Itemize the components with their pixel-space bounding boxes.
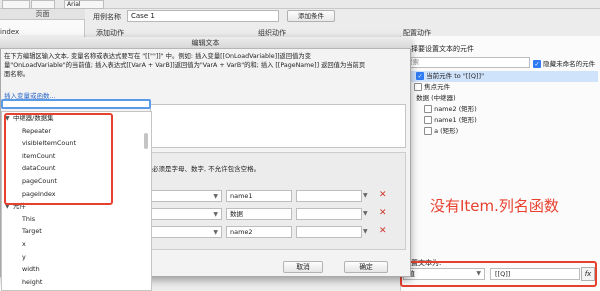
function-item[interactable]: x [2,238,151,251]
variable-type-select[interactable]: ▼ [150,226,222,238]
description-line: 量"OnLoadVariable"的当前值; 插入表达式[[VarA + Var… [4,62,366,70]
text-edit-area[interactable] [150,104,406,148]
tree-item-a[interactable]: a (矩形) [402,126,598,137]
function-item[interactable]: Target [2,225,151,238]
function-item[interactable]: width [2,263,151,276]
tree-item-data-repeater[interactable]: ▼ 数据 (中继器) [402,93,598,104]
chevron-down-icon[interactable]: ▼ [363,192,368,199]
chevron-down-icon[interactable]: ▼ [363,228,368,235]
tree-item-label: 焦点元件 [424,83,451,91]
delete-icon[interactable]: ✕ [379,226,387,236]
tree-item-label: a (矩形) [434,127,459,135]
tree-item-focus-widget[interactable]: 焦点元件 [402,82,598,93]
variable-name-input[interactable]: name2 [226,226,292,238]
font-family-select[interactable]: Arial [64,0,104,9]
tree-checkbox[interactable]: ✓ [416,72,425,80]
chevron-down-icon: ▼ [213,193,218,200]
variable-type-select[interactable]: ▼ [150,208,222,220]
variable-type-select[interactable]: ▼ [150,190,222,202]
tree-checkbox[interactable] [414,83,422,91]
function-search-input[interactable] [1,99,151,109]
variable-object-select[interactable] [296,208,362,220]
description-line: 面名称。 [4,71,30,79]
highlight-box-set-text [400,261,597,287]
tree-checkbox[interactable] [424,116,432,124]
function-item[interactable]: height [2,276,151,289]
dialog-description: 在下方编辑区输入文本, 变量名称或表达式要写在 "[[""]]" 中。例如: 插… [4,52,408,80]
delete-icon[interactable]: ✕ [379,208,387,218]
chevron-down-icon: ▼ [213,211,218,218]
tree-checkbox[interactable] [424,127,432,135]
variable-object-select[interactable] [296,226,362,238]
widget-tree: ▶ ✓ 当前元件 to "[[Q]]" 焦点元件 ▼ 数据 (中继器) name… [402,71,598,137]
variable-object-select[interactable] [296,190,362,202]
case-name-label: 用例名称 [93,13,121,21]
toolbar-tool-button[interactable] [31,0,55,9]
page-item-index[interactable]: index [0,28,19,36]
tree-item-label: 当前元件 to "[[Q]]" [426,72,485,80]
tree-checkbox[interactable] [424,105,432,113]
dialog-title: 编辑文本 [0,37,411,49]
function-list-scrollbar[interactable] [144,133,148,149]
tree-item-current-widget[interactable]: ▶ ✓ 当前元件 to "[[Q]]" [402,71,598,82]
hide-unnamed-toggle[interactable]: ✓ 隐藏未命名的元件 [533,58,595,68]
local-variable-note: 必须是字母、数字, 不允许包含空格。 [152,165,261,173]
function-item[interactable]: This [2,213,151,226]
hide-unnamed-checkbox[interactable]: ✓ [533,60,541,68]
variable-name-input[interactable]: name1 [226,190,292,202]
config-select-title: 选择要设置文本的元件 [404,45,474,53]
chevron-down-icon: ▼ [213,229,218,236]
tree-item-name2[interactable]: name2 (矩形) [402,104,598,115]
add-condition-button[interactable]: 添加条件 [287,10,335,22]
tree-item-name1[interactable]: name1 (矩形) [402,115,598,126]
cancel-button[interactable]: 取消 [283,261,323,273]
hide-unnamed-label: 隐藏未命名的元件 [543,60,596,68]
config-search-input[interactable]: 搜索 [402,57,530,68]
annotation-text: 没有Item.列名函数 [430,197,559,215]
toolbar-dropdown[interactable] [2,0,30,9]
highlight-box-repeater-functions [4,113,113,205]
function-item[interactable]: y [2,251,151,264]
tree-item-label: name1 (矩形) [434,116,477,124]
ok-button[interactable]: 确定 [344,261,388,273]
variable-name-input[interactable]: 数据 [226,208,292,220]
case-name-input[interactable]: Case 1 [127,10,279,22]
tree-item-label: name2 (矩形) [434,105,477,113]
pages-panel-header: 页面 [0,9,85,20]
delete-icon[interactable]: ✕ [379,190,387,200]
tree-item-label: 数据 (中继器) [416,94,456,102]
chevron-down-icon[interactable]: ▼ [363,210,368,217]
description-line: 在下方编辑区输入文本, 变量名称或表达式要写在 "[[""]]" 中。例如: 插… [4,53,312,60]
